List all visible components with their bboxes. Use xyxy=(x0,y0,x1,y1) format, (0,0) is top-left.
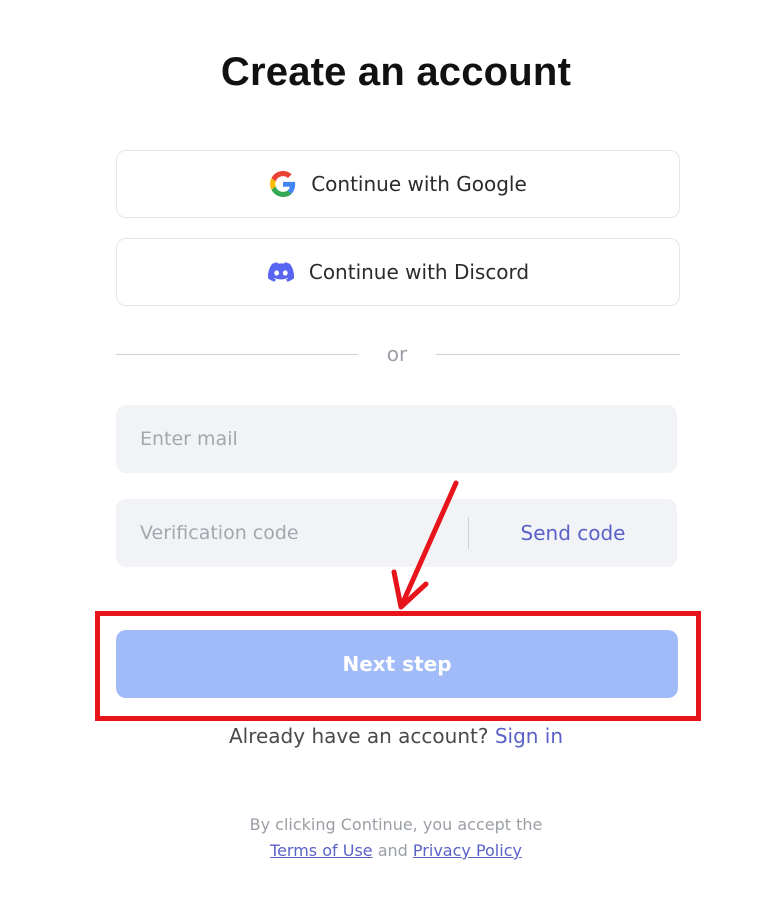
discord-icon xyxy=(267,258,295,286)
verification-code-input[interactable] xyxy=(116,499,468,567)
discord-button-label: Continue with Discord xyxy=(308,260,530,284)
legal-notice-text: By clicking Continue, you accept the xyxy=(249,815,543,834)
divider-line-left xyxy=(116,353,358,355)
terms-of-use-link[interactable]: Terms of Use xyxy=(270,841,373,860)
signup-page: Create an account Continue with Google C… xyxy=(0,0,760,919)
sign-in-link[interactable]: Sign in xyxy=(495,724,563,748)
or-divider: or xyxy=(116,340,680,368)
signin-prompt-text: Already have an account? xyxy=(228,724,489,748)
page-title: Create an account xyxy=(220,50,572,94)
signin-prompt-row: Already have an account? Sign in xyxy=(0,724,760,748)
legal-and-text: and xyxy=(377,841,408,860)
privacy-policy-link[interactable]: Privacy Policy xyxy=(413,841,522,860)
legal-notice: By clicking Continue, you accept the Ter… xyxy=(0,812,760,864)
google-icon xyxy=(269,170,297,198)
send-code-button[interactable]: Send code xyxy=(469,521,677,545)
email-field-container xyxy=(116,405,677,473)
verification-code-field-container: Send code xyxy=(116,499,677,567)
continue-with-discord-button[interactable]: Continue with Discord xyxy=(116,238,680,306)
divider-line-right xyxy=(436,353,680,355)
next-step-button[interactable]: Next step xyxy=(116,630,678,698)
continue-with-google-button[interactable]: Continue with Google xyxy=(116,150,680,218)
email-input[interactable] xyxy=(116,405,677,473)
google-button-label: Continue with Google xyxy=(311,172,527,196)
divider-text: or xyxy=(386,342,408,366)
